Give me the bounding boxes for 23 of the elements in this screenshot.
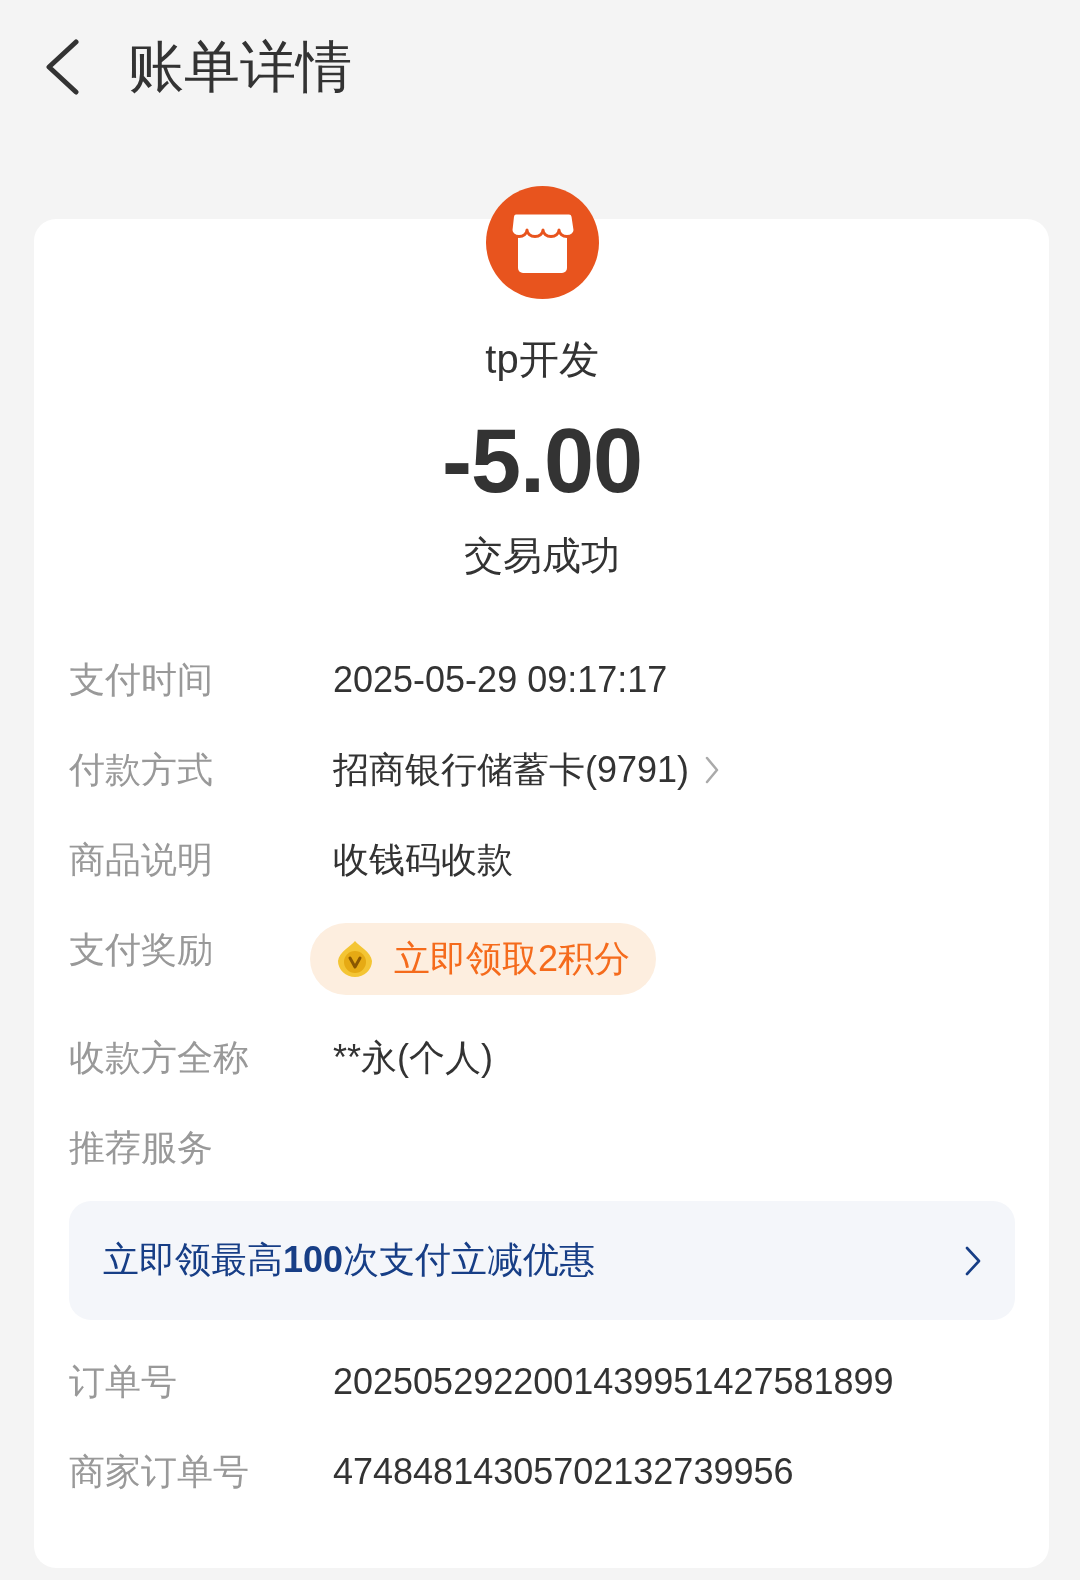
- detail-label: 支付奖励: [69, 928, 214, 972]
- detail-label: 商品说明: [69, 838, 214, 882]
- detail-value: **永(个人): [333, 1036, 493, 1080]
- status-text: 交易成功: [464, 533, 620, 579]
- payment-method-link[interactable]: 招商银行储蓄卡(9791): [333, 748, 720, 792]
- detail-value: 2025052922001439951427581899: [333, 1360, 894, 1404]
- detail-value: 47484814305702132739956: [333, 1450, 794, 1494]
- promo-banner[interactable]: 立即领最高100次支付立减优惠: [69, 1201, 1015, 1320]
- page-title: 账单详情: [128, 35, 352, 99]
- detail-label: 商家订单号: [69, 1450, 250, 1494]
- chevron-icon: [964, 1244, 982, 1277]
- detail-label: 收款方全称: [69, 1036, 250, 1080]
- detail-label: 订单号: [69, 1360, 178, 1404]
- coin-icon: [336, 940, 374, 978]
- detail-value: 收钱码收款: [333, 838, 513, 882]
- section-label: 推荐服务: [69, 1126, 214, 1170]
- back-icon[interactable]: [45, 39, 79, 95]
- merchant-name: tp开发: [485, 336, 599, 383]
- detail-label: 付款方式: [69, 748, 214, 792]
- chevron-icon: [705, 756, 720, 784]
- detail-label: 支付时间: [69, 658, 214, 702]
- detail-value: 2025-05-29 09:17:17: [333, 658, 668, 702]
- amount: -5.00: [441, 410, 643, 513]
